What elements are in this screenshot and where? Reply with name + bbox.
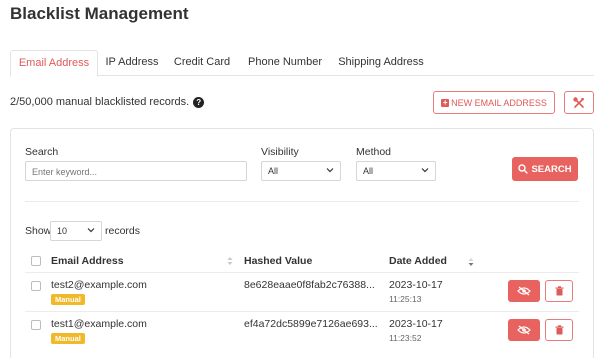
time-cell: 11:23:52 <box>389 333 422 343</box>
help-icon[interactable]: ? <box>193 96 205 108</box>
method-badge: Manual <box>51 333 85 344</box>
blacklist-card: Search Visibility All Method All SEARCH … <box>10 128 594 358</box>
method-select[interactable]: All <box>356 161 436 181</box>
column-email-address[interactable]: Email Address <box>51 255 124 267</box>
show-label: Show <box>25 225 52 237</box>
trash-icon <box>555 325 563 335</box>
tab-credit-card[interactable]: Credit Card <box>172 50 232 76</box>
tools-button[interactable] <box>564 91 594 114</box>
new-email-address-button[interactable]: + NEW EMAIL ADDRESS <box>433 91 555 114</box>
plus-icon: + <box>441 97 450 107</box>
eye-slash-icon <box>517 286 531 296</box>
method-value: All <box>363 166 374 176</box>
visibility-select[interactable]: All <box>261 161 341 181</box>
hash-cell: ef4a72dc5899e7126ae693... <box>244 318 378 330</box>
tab-bar: Email Address IP Address Credit Card Pho… <box>10 50 594 77</box>
sort-descending-icon[interactable] <box>468 257 474 267</box>
tab-shipping-address[interactable]: Shipping Address <box>336 50 426 76</box>
record-count: 2/50,000 manual blacklisted records. ? <box>10 96 205 108</box>
date-cell: 2023-10-17 <box>389 279 443 291</box>
page-size-value: 10 <box>57 226 68 236</box>
search-button[interactable]: SEARCH <box>512 157 578 181</box>
header-divider <box>25 272 579 273</box>
search-field[interactable] <box>25 161 247 181</box>
row-checkbox[interactable] <box>31 320 41 330</box>
page-size-select[interactable]: 10 <box>50 221 102 241</box>
tab-phone-number[interactable]: Phone Number <box>246 50 324 76</box>
chevron-down-icon <box>326 168 334 173</box>
method-label: Method <box>356 146 392 158</box>
time-cell: 11:25:13 <box>389 294 422 304</box>
new-email-address-label: NEW EMAIL ADDRESS <box>451 97 547 108</box>
record-count-text: 2/50,000 manual blacklisted records. <box>10 96 190 108</box>
email-cell: test2@example.com <box>51 279 147 291</box>
column-date-added[interactable]: Date Added <box>389 255 447 267</box>
records-label: records <box>105 225 141 237</box>
email-cell: test1@example.com <box>51 318 147 330</box>
column-hashed-value: Hashed Value <box>244 255 313 267</box>
chevron-down-icon <box>421 168 429 173</box>
tab-ip-address[interactable]: IP Address <box>104 50 160 76</box>
toggle-visibility-button[interactable] <box>508 280 540 302</box>
eye-slash-icon <box>517 325 531 335</box>
search-icon <box>518 164 529 174</box>
sort-icon[interactable] <box>227 256 233 266</box>
tools-icon <box>573 96 584 108</box>
filter-divider <box>25 201 579 202</box>
page-title: Blacklist Management <box>10 4 189 23</box>
chevron-down-icon <box>87 228 95 233</box>
search-input[interactable] <box>26 163 246 181</box>
visibility-label: Visibility <box>261 146 299 158</box>
delete-button[interactable] <box>545 280 573 302</box>
date-cell: 2023-10-17 <box>389 318 443 330</box>
visibility-value: All <box>268 166 279 176</box>
search-button-label: SEARCH <box>531 163 572 175</box>
delete-button[interactable] <box>545 319 573 341</box>
toggle-visibility-button[interactable] <box>508 319 540 341</box>
trash-icon <box>555 286 563 296</box>
row-divider <box>25 311 579 312</box>
hash-cell: 8e628eaae0f8fab2c76388... <box>244 279 375 291</box>
select-all-checkbox[interactable] <box>31 256 41 266</box>
search-label: Search <box>25 146 59 158</box>
method-badge: Manual <box>51 294 85 305</box>
row-checkbox[interactable] <box>31 281 41 291</box>
tab-email-address[interactable]: Email Address <box>10 50 98 77</box>
